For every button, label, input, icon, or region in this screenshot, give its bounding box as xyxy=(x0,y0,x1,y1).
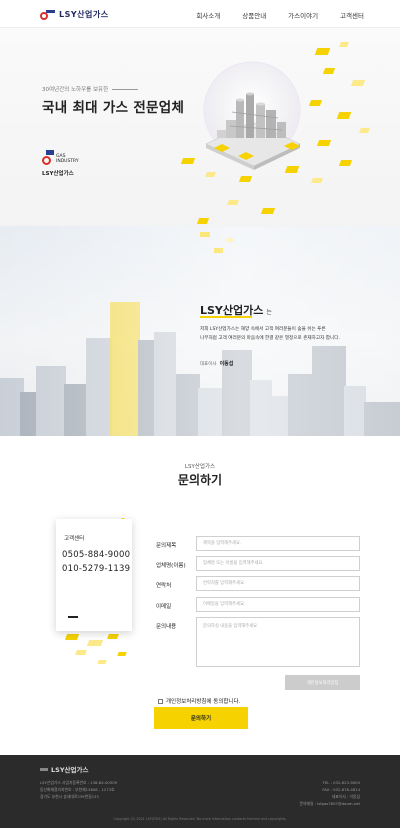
about-section: LSY산업가스 는 저희 LSY산업가스는 해양 속에서 고객 여러분들이 숨을… xyxy=(0,226,400,436)
menu-item-gas-story[interactable]: 가스이야기 xyxy=(288,10,318,20)
about-description: 저희 LSY산업가스는 해양 속에서 고객 여러분들이 숨을 쉬는 푸른 나무처… xyxy=(200,325,380,343)
deco-tile xyxy=(359,128,370,133)
message-textarea[interactable] xyxy=(196,617,360,667)
inquiry-subtitle: LSY산업가스 xyxy=(184,464,216,470)
hero-subtitle-text: 30여년간의 노하우를 보유한 xyxy=(42,87,109,93)
menu-item-products[interactable]: 상품안내 xyxy=(242,10,266,20)
gas-logo-bar-icon xyxy=(46,150,54,155)
privacy-policy-button[interactable]: 개인정보처리방침 xyxy=(285,675,360,690)
deco-tile xyxy=(350,80,366,86)
footer-copyright: Copyright (C) 2021 LSY(ITEX) All Rights … xyxy=(113,817,287,821)
gas-logo-name: LSY산업가스 xyxy=(42,171,74,177)
about-ceo: 대표이사 이동섭 xyxy=(200,360,233,367)
brand-name: LSY산업가스 xyxy=(59,10,109,19)
contact-phone-2[interactable]: 010-5279-1139 xyxy=(62,564,130,574)
footer-info-3: 경기도 부천시 송내대로239번길133 xyxy=(40,794,99,799)
hero-subtitle-line xyxy=(112,88,139,90)
footer-info-2: 동산화재정리지번호 : 부천제13808 - 1273호 xyxy=(40,787,115,792)
deco-tile xyxy=(308,100,323,106)
brand-logo[interactable]: LSY산업가스 xyxy=(40,9,109,20)
privacy-agree[interactable]: 개인정보처리방침에 동의합니다. xyxy=(158,697,240,705)
footer-info-1: LSY산업가스 사업자등록번호 : 138-84-00509 xyxy=(40,780,118,785)
field-label-company: 업체명(이름) xyxy=(156,563,186,569)
footer-ceo: 대표이사 : 이동섭 xyxy=(331,794,360,799)
hero-subtitle: 30여년간의 노하우를 보유한 xyxy=(42,85,139,93)
about-heading-underline xyxy=(200,316,252,318)
field-label-subject: 문의제목 xyxy=(156,543,177,549)
lsy-logo-icon xyxy=(40,9,56,20)
plant-illustration xyxy=(203,61,301,170)
footer-email[interactable]: 문의메일 : lsfgas7807@daum.net xyxy=(300,800,361,807)
deco-tile xyxy=(205,172,216,177)
contact-card-label: 고객센터 xyxy=(64,536,85,542)
deco-tile xyxy=(117,652,127,656)
gas-logo-industry: INDUSTRY xyxy=(56,159,79,164)
menu-item-company[interactable]: 회사소개 xyxy=(196,10,220,20)
gas-logo-text: GAS INDUSTRY xyxy=(56,154,96,164)
deco-tile xyxy=(260,208,276,214)
contact-card-dash xyxy=(68,616,78,618)
deco-tile xyxy=(238,176,253,182)
company-input[interactable] xyxy=(196,556,360,571)
deco-tile xyxy=(107,634,119,639)
deco-tile xyxy=(227,200,239,205)
footer-fax: FAX : 032-678-4814 xyxy=(322,787,360,792)
deco-tile xyxy=(314,48,331,55)
subject-input[interactable] xyxy=(196,536,360,551)
submit-inquiry-button[interactable]: 문의하기 xyxy=(154,707,248,729)
footer: LSY산업가스 LSY산업가스 사업자등록번호 : 138-84-00509 동… xyxy=(0,755,400,828)
deco-tile xyxy=(338,160,353,166)
deco-tile xyxy=(196,218,210,224)
agree-label: 개인정보처리방침에 동의합니다. xyxy=(166,699,241,705)
agree-checkbox[interactable] xyxy=(158,698,163,704)
field-label-email: 이메일 xyxy=(156,604,172,610)
gas-logo-ring-icon xyxy=(42,156,51,165)
deco-tile xyxy=(64,634,80,640)
deco-tile xyxy=(86,640,104,646)
deco-tile xyxy=(75,650,87,655)
deco-tile xyxy=(322,68,336,74)
deco-tile xyxy=(180,158,196,164)
footer-logo[interactable]: LSY산업가스 xyxy=(40,764,88,774)
field-label-phone: 연락처 xyxy=(156,583,172,589)
phone-input[interactable] xyxy=(196,576,360,591)
footer-tel: TEL : 032-623-9000 xyxy=(322,780,360,785)
inquiry-title: 문의하기 xyxy=(177,473,223,487)
ceo-name: 이동섭 xyxy=(219,361,234,367)
deco-tile xyxy=(311,178,323,183)
footer-logo-icon xyxy=(40,767,48,771)
about-line-1: 저희 LSY산업가스는 해양 속에서 고객 여러분들이 숨을 쉬는 푸른 xyxy=(200,327,326,332)
deco-tile xyxy=(97,660,107,664)
about-heading-suffix: 는 xyxy=(266,309,272,316)
footer-contact-info: TEL : 032-623-9000 FAX : 032-678-4814 대표… xyxy=(300,779,361,807)
main-menu: 회사소개 상품안내 가스이야기 고객센터 xyxy=(196,10,364,20)
ceo-label: 대표이사 xyxy=(200,362,217,367)
deco-tile xyxy=(316,140,332,146)
field-label-message: 문의내용 xyxy=(156,624,177,630)
deco-tile xyxy=(336,112,352,119)
top-nav: LSY산업가스 회사소개 상품안내 가스이야기 고객센터 xyxy=(0,0,400,28)
hero-title: 국내 최대 가스 전문업체 xyxy=(42,100,185,116)
email-input[interactable] xyxy=(196,597,360,612)
contact-phone-1[interactable]: 0505-884-9000 xyxy=(62,550,130,560)
about-line-2: 나무처럼 고객 여러분의 마음속에 한결 같은 열정으로 존재하고자 합니다. xyxy=(200,336,340,341)
footer-company-info: LSY산업가스 사업자등록번호 : 138-84-00509 동산화재정리지번호… xyxy=(40,779,117,800)
deco-tile xyxy=(284,166,300,173)
deco-tile xyxy=(339,42,349,47)
hero-section: 30여년간의 노하우를 보유한 국내 최대 가스 전문업체 GAS INDUST… xyxy=(0,28,400,226)
menu-item-customer-center[interactable]: 고객센터 xyxy=(340,10,364,20)
footer-brand: LSY산업가스 xyxy=(51,766,89,774)
contact-card: 고객센터 0505-884-9000 010-5279-1139 xyxy=(56,519,132,631)
